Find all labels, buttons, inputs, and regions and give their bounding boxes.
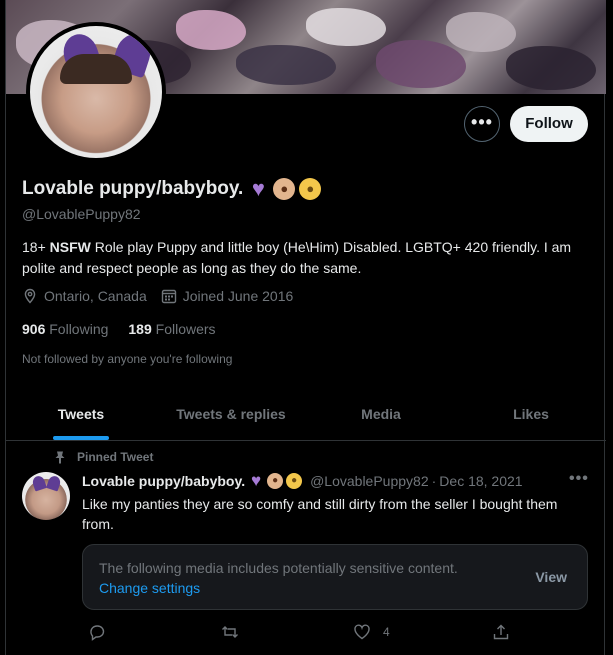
- tab-media[interactable]: Media: [306, 388, 456, 440]
- profile-display-name: Lovable puppy/babyboy. ♥ ● ●: [22, 176, 322, 201]
- retweet-icon: [221, 623, 239, 641]
- joined-item: Joined June 2016: [161, 288, 294, 304]
- change-settings-link[interactable]: Change settings: [99, 580, 200, 596]
- sensitive-message: The following media includes potentially…: [99, 560, 458, 576]
- following-count: 906: [22, 321, 46, 337]
- tweet-author-name[interactable]: Lovable puppy/babyboy.: [82, 473, 245, 489]
- more-options-button[interactable]: •••: [464, 106, 500, 142]
- location-item: Ontario, Canada: [22, 288, 147, 304]
- sensitive-media-warning: The following media includes potentially…: [82, 544, 588, 610]
- baby-face-icon: ●: [299, 178, 322, 200]
- joined-text: Joined June 2016: [182, 288, 294, 304]
- purple-heart-icon: ♥: [251, 471, 262, 490]
- like-count: 4: [383, 625, 390, 639]
- display-name-text: Lovable puppy/babyboy.: [22, 178, 244, 199]
- following-link[interactable]: 906 Following: [22, 321, 108, 337]
- reply-button[interactable]: [88, 623, 106, 641]
- pinned-tweet-label: Pinned Tweet: [77, 450, 154, 464]
- pin-icon: [53, 450, 67, 464]
- like-button[interactable]: 4: [353, 623, 390, 641]
- tweet-header: Lovable puppy/babyboy. ♥ ● ● @LovablePup…: [82, 471, 523, 490]
- pinned-label-row: Pinned Tweet: [53, 450, 153, 464]
- tweet-author-handle[interactable]: @LovablePuppy82: [310, 473, 429, 489]
- location-pin-icon: [22, 288, 38, 304]
- tab-label: Likes: [513, 406, 549, 422]
- view-button[interactable]: View: [535, 569, 567, 585]
- calendar-icon: [161, 288, 177, 304]
- baby-face-icon: ●: [286, 473, 303, 489]
- follow-stats: 906 Following 189 Followers: [22, 321, 216, 337]
- bio-suffix: Role play Puppy and little boy (He\Him) …: [22, 239, 572, 276]
- not-followed-notice: Not followed by anyone you're following: [22, 352, 233, 366]
- tab-likes[interactable]: Likes: [456, 388, 606, 440]
- bio-prefix: 18+: [22, 239, 50, 255]
- tweet-more-icon[interactable]: •••: [569, 470, 589, 488]
- profile-bio: 18+ NSFW Role play Puppy and little boy …: [22, 237, 592, 279]
- purple-heart-icon: ♥: [251, 176, 265, 201]
- reply-icon: [88, 623, 106, 641]
- tweet-actions: 4: [82, 623, 512, 643]
- active-tab-indicator: [53, 436, 109, 440]
- profile-meta: Ontario, Canada Joined June 2016: [22, 288, 293, 304]
- followers-count: 189: [128, 321, 152, 337]
- tweet-text: Like my panties they are so comfy and st…: [82, 496, 558, 532]
- profile-tabs: Tweets Tweets & replies Media Likes: [6, 388, 606, 441]
- tab-label: Tweets & replies: [176, 406, 286, 422]
- tweet-author-avatar[interactable]: [22, 472, 70, 520]
- share-button[interactable]: [492, 623, 510, 641]
- tweet-date[interactable]: Dec 18, 2021: [439, 473, 522, 489]
- dog-face-icon: ●: [273, 178, 296, 200]
- share-icon: [492, 623, 510, 641]
- pinned-tweet[interactable]: Pinned Tweet Lovable puppy/babyboy. ♥ ● …: [6, 442, 606, 655]
- dog-face-icon: ●: [267, 473, 284, 489]
- tweet-separator: ·: [431, 473, 437, 489]
- retweet-button[interactable]: [221, 623, 239, 641]
- tab-tweets-replies[interactable]: Tweets & replies: [156, 388, 306, 440]
- heart-icon: [353, 623, 371, 641]
- profile-handle: @LovablePuppy82: [22, 206, 141, 222]
- profile-page: ••• Follow Lovable puppy/babyboy. ♥ ● ● …: [5, 0, 606, 655]
- tab-label: Media: [361, 406, 401, 422]
- followers-link[interactable]: 189 Followers: [128, 321, 215, 337]
- tab-tweets[interactable]: Tweets: [6, 388, 156, 440]
- bio-nsfw: NSFW: [49, 239, 91, 255]
- location-text: Ontario, Canada: [44, 288, 147, 304]
- following-label: Following: [49, 321, 109, 337]
- tab-label: Tweets: [57, 406, 105, 422]
- follow-button[interactable]: Follow: [510, 106, 588, 142]
- followers-label: Followers: [155, 321, 216, 337]
- profile-avatar[interactable]: [26, 22, 166, 162]
